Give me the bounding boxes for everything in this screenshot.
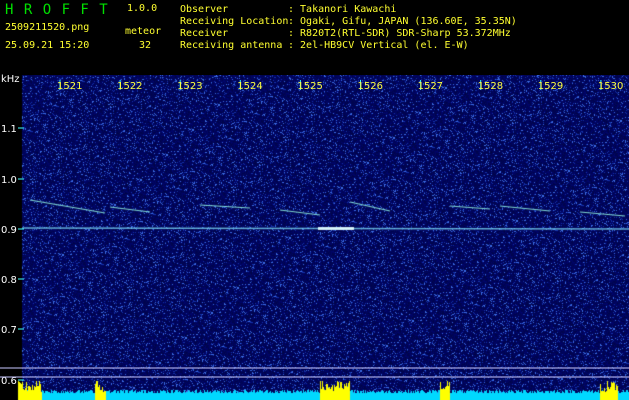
file-datetime: 25.09.21 15:20	[5, 40, 90, 51]
header-panel: H R O F F T 1.0.0 2509211520.png meteor …	[0, 0, 629, 75]
antenna-value: : 2el-HB9CV Vertical (el. E-W)	[288, 40, 469, 51]
observer-label: Observer	[180, 4, 229, 15]
antenna-label: Receiving antenna	[180, 40, 283, 51]
meteor-label: meteor	[125, 26, 162, 37]
observer-value: : Takanori Kawachi	[288, 4, 397, 15]
receiver-label: Receiver	[180, 28, 229, 39]
app-version: 1.0.0	[127, 3, 158, 14]
app-title: H R O F F T	[5, 2, 109, 18]
file-name: 2509211520.png	[5, 22, 90, 33]
spectrogram-canvas	[0, 75, 629, 400]
meteor-count: 32	[139, 40, 152, 51]
location-value: : Ogaki, Gifu, JAPAN (136.60E, 35.35N)	[288, 16, 517, 27]
location-label: Receiving Location	[180, 16, 289, 27]
receiver-value: : R820T2(RTL-SDR) SDR-Sharp 53.372MHz	[288, 28, 511, 39]
